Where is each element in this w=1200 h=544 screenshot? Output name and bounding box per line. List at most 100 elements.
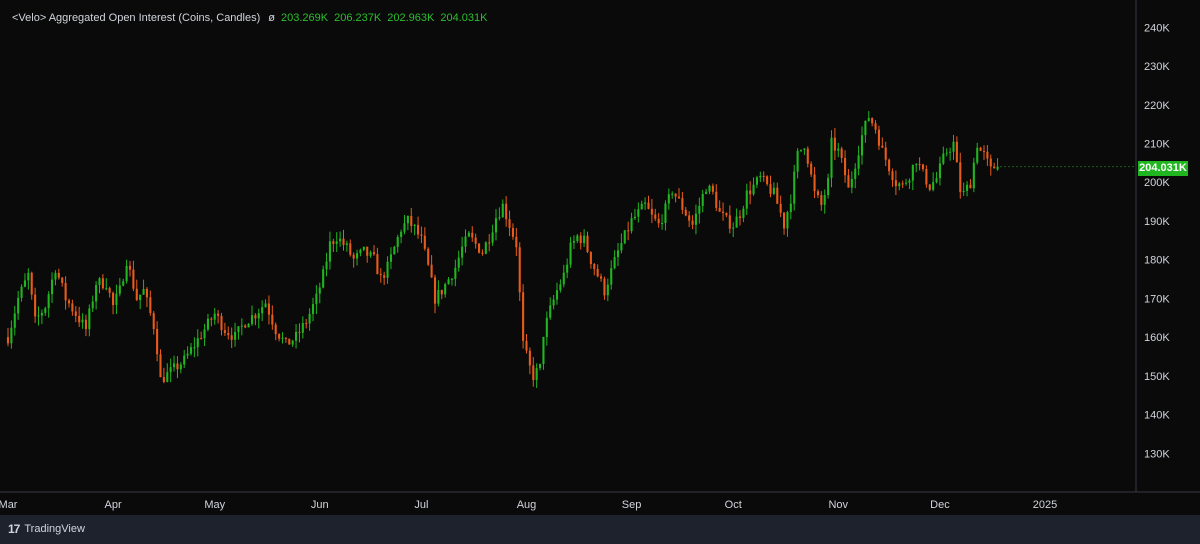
candle-body [823, 195, 826, 205]
candle-body [749, 190, 752, 195]
candle-body [145, 288, 148, 298]
candle-body [637, 209, 640, 217]
candle-body [484, 242, 487, 254]
candle-body [342, 238, 345, 245]
candle-body [30, 272, 33, 295]
candle-body [972, 162, 975, 189]
candle-body [623, 230, 626, 244]
candle-body [454, 267, 457, 279]
candle-body [386, 261, 389, 278]
candle-body [115, 293, 118, 305]
y-tick-label: 130K [1144, 448, 1170, 460]
candle-body [267, 303, 270, 315]
x-tick-label: Jul [414, 499, 428, 511]
y-tick-label: 230K [1144, 61, 1170, 73]
candle-body [677, 196, 681, 199]
candle-body [722, 211, 725, 214]
candle-body [539, 364, 542, 369]
candle-body [925, 169, 928, 185]
candle-body [78, 315, 81, 323]
candle-body [366, 246, 369, 256]
candle-body [640, 203, 643, 210]
candlestick-chart[interactable]: 130K 140K 150K 160K 170K 180K 190K 200K 210K 220K… [0, 0, 1200, 515]
candle-body [633, 216, 636, 219]
x-tick-label: Nov [828, 499, 848, 511]
legend-open: 203.269K [281, 12, 329, 24]
candle-body [518, 247, 521, 293]
candle-body [47, 294, 50, 309]
candle-body [196, 338, 199, 348]
candle-body [535, 368, 538, 381]
candle-body [234, 331, 237, 340]
candle-body [837, 148, 840, 151]
candle-body [51, 279, 54, 295]
candle-body [64, 283, 67, 301]
candle-body [915, 164, 918, 166]
candle-body [569, 242, 572, 265]
candle-body [579, 235, 582, 244]
candle-body [91, 301, 94, 309]
candle-body [44, 308, 47, 313]
candle-body [139, 294, 142, 300]
candle-body [339, 238, 342, 242]
candle-body [383, 275, 386, 278]
y-tick-label: 200K [1144, 177, 1170, 189]
candle-body [13, 313, 16, 328]
candle-body [993, 166, 996, 169]
candle-body [566, 264, 569, 273]
candle-body [938, 163, 941, 179]
candle-body [725, 213, 728, 216]
tradingview-logo[interactable]: 17 TradingView [8, 522, 85, 536]
candle-body [461, 246, 464, 258]
candle-body [528, 350, 531, 366]
candle-body [969, 184, 972, 189]
candle-body [627, 230, 630, 232]
candle-body [84, 319, 87, 330]
candle-body [986, 151, 989, 159]
candle-body [349, 243, 352, 255]
candle-body [203, 329, 206, 339]
candle-body [149, 297, 152, 314]
last-price-tag: 204.031K [1138, 161, 1188, 176]
y-tick-label: 180K [1144, 255, 1170, 267]
candle-body [200, 338, 203, 340]
candle-body [152, 313, 155, 329]
candle-body [315, 293, 318, 305]
candle-body [427, 248, 430, 265]
candle-body [549, 305, 552, 318]
candle-body [647, 202, 650, 209]
candle-body [37, 315, 40, 317]
candle-body [698, 205, 701, 214]
candle-body [613, 257, 616, 269]
candle-body [261, 307, 264, 314]
candle-body [596, 268, 599, 277]
y-tick-label: 220K [1144, 100, 1170, 112]
candle-body [586, 235, 589, 252]
candle-body [650, 208, 653, 215]
candle-body [542, 337, 545, 365]
candle-body [874, 123, 877, 130]
candle-body [606, 284, 609, 296]
candle-body [908, 180, 911, 183]
candle-body [572, 241, 575, 243]
candle-body [362, 246, 365, 250]
candle-body [244, 325, 247, 328]
candle-body [661, 223, 664, 225]
candle-body [515, 236, 518, 248]
candle-body [27, 272, 30, 281]
candle-body [552, 299, 555, 306]
y-tick-label: 150K [1144, 371, 1170, 383]
candle-body [295, 331, 298, 341]
candle-body [932, 182, 935, 190]
tradingview-mark-icon: 17 [8, 522, 20, 536]
candle-body [488, 242, 491, 244]
candle-body [61, 277, 64, 284]
candle-body [935, 178, 938, 183]
candle-body [95, 285, 98, 302]
candle-body [71, 303, 74, 312]
candle-body [708, 185, 711, 192]
candle-body [23, 280, 26, 287]
candle-body [718, 207, 721, 212]
candle-body [918, 164, 921, 166]
candle-body [654, 214, 657, 219]
